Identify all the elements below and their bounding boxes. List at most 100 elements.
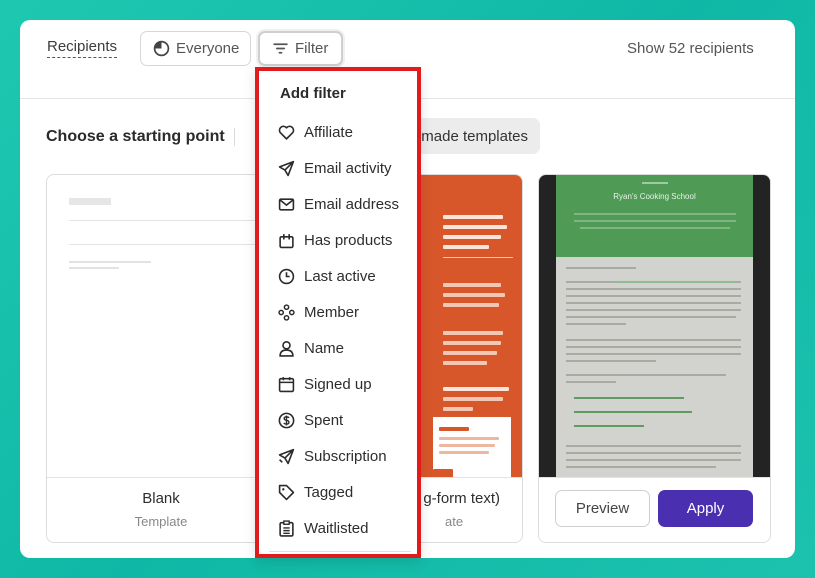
clipboard-list-icon <box>278 519 295 537</box>
template-footer: Blank Template <box>47 477 275 542</box>
preview-text-line <box>439 427 469 431</box>
starting-point-title: Choose a starting point <box>46 128 225 145</box>
filter-option-affiliate[interactable]: Affiliate <box>278 120 353 144</box>
filter-option-label: Email address <box>304 195 400 213</box>
apply-button[interactable]: Apply <box>658 490 753 527</box>
preview-text-line <box>566 353 741 355</box>
filter-option-spent[interactable]: Spent <box>278 408 343 432</box>
preview-body <box>556 257 753 483</box>
recipients-label[interactable]: Recipients <box>47 38 118 58</box>
template-name: Blank <box>142 490 180 507</box>
everyone-button[interactable]: Everyone <box>140 31 251 66</box>
tag-icon <box>278 484 295 501</box>
filter-option-label: Email activity <box>304 159 392 177</box>
preview-text-line <box>443 361 487 365</box>
preview-list-link <box>574 411 692 413</box>
filter-option-label: Waitlisted <box>304 519 369 537</box>
preview-text-line <box>443 387 509 391</box>
preview-text-line <box>566 466 716 468</box>
template-card-cooking-school[interactable]: Ryan's Cooking School Preview Apply <box>538 174 771 543</box>
preview-text-line <box>443 397 503 401</box>
preview-text-line <box>566 360 656 362</box>
preview-button[interactable]: Preview <box>555 490 650 527</box>
add-filter-dropdown: Add filter Affiliate Email activity Emai… <box>255 67 421 558</box>
person-icon <box>278 340 295 357</box>
preview-text-line <box>443 245 489 249</box>
template-card-blank[interactable]: Blank Template <box>46 174 276 543</box>
filter-option-label: Tagged <box>304 483 354 501</box>
preview-text-line <box>443 215 503 219</box>
preview-text-line <box>566 339 741 341</box>
filter-option-subscription[interactable]: Subscription <box>278 444 387 468</box>
filter-option-label: Affiliate <box>304 123 353 141</box>
preview-text-line <box>566 309 741 311</box>
heart-icon <box>278 124 295 141</box>
filter-option-label: Spent <box>304 411 344 429</box>
filter-option-last-active[interactable]: Last active <box>278 264 376 288</box>
blank-preview-heading <box>69 198 111 205</box>
clock-icon <box>278 268 295 285</box>
preview-text-line <box>443 293 505 297</box>
filter-option-email-address[interactable]: Email address <box>278 192 399 216</box>
preview-text-line <box>566 295 741 297</box>
filter-option-member[interactable]: Member <box>278 300 359 324</box>
preview-text-line <box>566 323 626 325</box>
filter-option-signed-up[interactable]: Signed up <box>278 372 372 396</box>
send-repeat-icon <box>278 448 295 465</box>
preview-header: Ryan's Cooking School <box>556 175 753 257</box>
preview-text-line <box>566 374 726 376</box>
preview-list-link <box>574 397 684 399</box>
filter-option-name[interactable]: Name <box>278 336 344 360</box>
preview-list-link <box>574 425 644 427</box>
preview-text-line <box>443 225 507 229</box>
dropdown-divider <box>269 551 411 552</box>
preview-text-line <box>566 346 741 348</box>
preview-text-line <box>566 381 616 383</box>
pie-chart-icon <box>153 40 170 57</box>
filter-label: Filter <box>295 40 329 57</box>
tab-premade-templates[interactable]: made templates <box>400 118 540 154</box>
filter-button[interactable]: Filter <box>258 31 343 66</box>
filter-option-label: Signed up <box>304 375 372 393</box>
add-filter-title: Add filter <box>280 85 346 102</box>
preview-text-line <box>566 452 741 454</box>
preview-text-line <box>566 288 741 290</box>
paper-plane-icon <box>278 160 295 177</box>
preview-text-line <box>443 341 501 345</box>
preview-text-line <box>566 445 741 447</box>
preview-text-line <box>443 351 497 355</box>
preview-text-line <box>566 267 636 269</box>
filter-option-has-products[interactable]: Has products <box>278 228 392 252</box>
filter-option-label: Name <box>304 339 345 357</box>
blank-preview-rule <box>69 244 275 245</box>
preview-text-line <box>574 213 736 215</box>
envelope-icon <box>278 196 295 213</box>
shopping-bag-icon <box>278 232 295 249</box>
template-preview-image: Ryan's Cooking School <box>539 175 770 483</box>
preview-text-line <box>443 407 473 411</box>
preview-text-line <box>566 459 741 461</box>
filter-option-tagged[interactable]: Tagged <box>278 480 353 504</box>
preview-text-line <box>439 444 495 447</box>
filter-option-waitlisted[interactable]: Waitlisted <box>278 516 368 540</box>
dollar-circle-icon <box>278 412 295 429</box>
blank-preview-text <box>69 261 151 263</box>
filter-option-label: Has products <box>304 231 393 249</box>
preview-text-line <box>566 316 736 318</box>
preview-link <box>616 281 736 283</box>
header-divider <box>234 128 235 146</box>
show-recipients-link[interactable]: Show 52 recipients <box>627 40 754 57</box>
preview-text-line <box>443 235 501 239</box>
blank-preview-rule <box>69 220 275 221</box>
preview-text-line <box>642 182 668 184</box>
calendar-icon <box>278 376 295 393</box>
preview-text-line <box>443 283 501 287</box>
preview-text-line <box>574 220 736 222</box>
preview-text-line <box>566 302 741 304</box>
preview-text-line <box>439 437 499 440</box>
filter-option-label: Last active <box>304 267 376 285</box>
everyone-label: Everyone <box>176 40 240 57</box>
preview-text-line <box>443 331 503 335</box>
filter-option-email-activity[interactable]: Email activity <box>278 156 392 180</box>
filter-option-label: Member <box>304 303 360 321</box>
